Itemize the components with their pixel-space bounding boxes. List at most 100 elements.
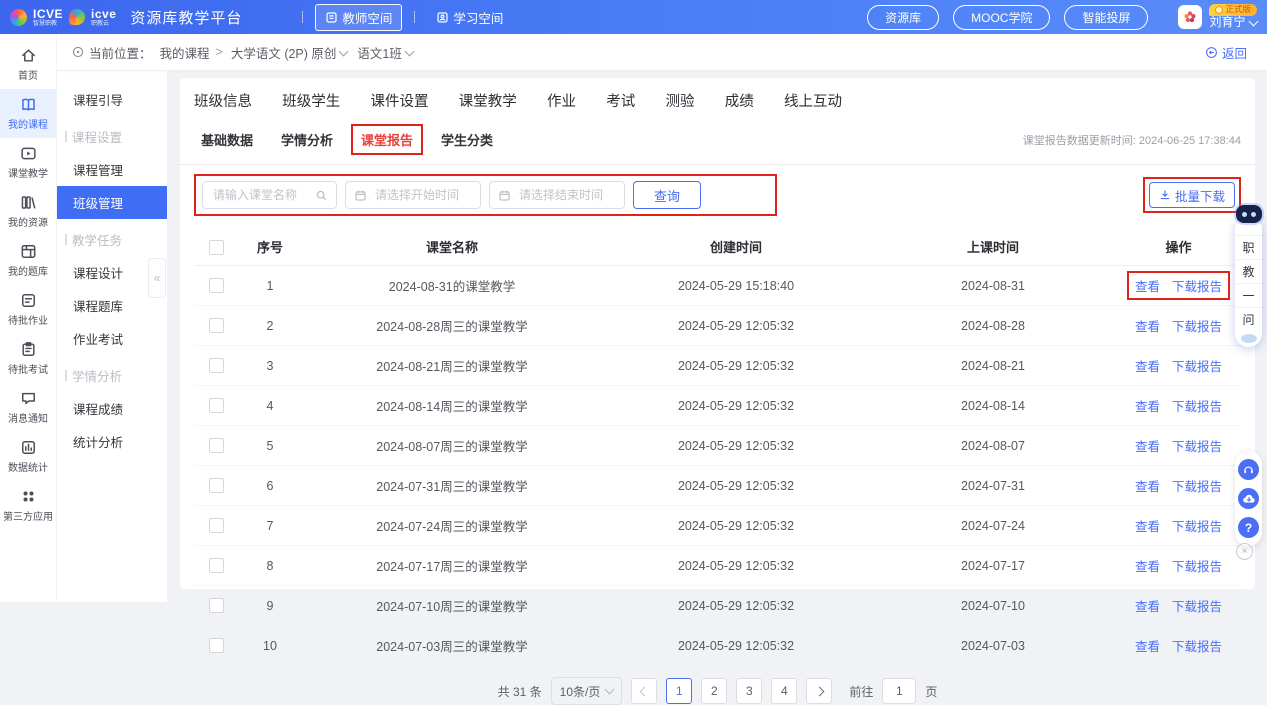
toolbar-collapse-icon[interactable]: × bbox=[1236, 543, 1253, 560]
row-checkbox[interactable] bbox=[209, 398, 224, 413]
rail-item[interactable]: 我的资源 bbox=[0, 187, 56, 236]
sidebar-item[interactable]: 统计分析 bbox=[57, 425, 167, 458]
main-tab[interactable]: 班级学生 bbox=[282, 90, 340, 111]
main-tab[interactable]: 线上互动 bbox=[784, 90, 842, 111]
select-all-checkbox[interactable] bbox=[209, 240, 224, 255]
cloud-download-icon[interactable] bbox=[1238, 488, 1259, 509]
main-tab[interactable]: 作业 bbox=[547, 90, 576, 111]
prev-page-button[interactable] bbox=[631, 678, 657, 704]
rail-item[interactable]: 我的课程 bbox=[0, 89, 56, 138]
row-checkbox[interactable] bbox=[209, 518, 224, 533]
row-checkbox[interactable] bbox=[209, 558, 224, 573]
sub-tab[interactable]: 学生分类 bbox=[434, 127, 500, 152]
main-tab[interactable]: 测验 bbox=[666, 90, 695, 111]
view-link[interactable]: 查看 bbox=[1135, 516, 1160, 535]
view-link[interactable]: 查看 bbox=[1135, 636, 1160, 655]
sub-tab[interactable]: 学情分析 bbox=[274, 127, 340, 152]
rail-item[interactable]: 消息通知 bbox=[0, 383, 56, 432]
main-tab[interactable]: 考试 bbox=[606, 90, 635, 111]
download-report-link[interactable]: 下载报告 bbox=[1172, 276, 1222, 295]
rail-item[interactable]: 待批作业 bbox=[0, 285, 56, 334]
end-time-input[interactable] bbox=[517, 187, 616, 203]
download-report-link[interactable]: 下载报告 bbox=[1172, 556, 1222, 575]
user-box[interactable]: 正式版 刘育宁 bbox=[1178, 4, 1257, 30]
support-icon[interactable] bbox=[1238, 459, 1259, 480]
assistant-widget[interactable]: 职教一问 bbox=[1235, 216, 1262, 347]
space-nav-link[interactable]: 教师空间 bbox=[315, 4, 402, 31]
help-icon[interactable]: ? bbox=[1238, 517, 1259, 538]
sidebar-item[interactable]: 课程成绩 bbox=[57, 392, 167, 425]
rail-item[interactable]: 第三方应用 bbox=[0, 481, 56, 530]
sidebar-item[interactable]: 课程引导 bbox=[57, 83, 167, 116]
rail-item[interactable]: 我的题库 bbox=[0, 236, 56, 285]
rail-item[interactable]: 首页 bbox=[0, 40, 56, 89]
sidebar-item[interactable]: 学情分析 bbox=[57, 359, 167, 392]
rail-item[interactable]: 课堂教学 bbox=[0, 138, 56, 187]
download-report-link[interactable]: 下载报告 bbox=[1172, 316, 1222, 335]
sidebar-item[interactable]: 作业考试 bbox=[57, 322, 167, 355]
download-report-link[interactable]: 下载报告 bbox=[1172, 356, 1222, 375]
class-name-search-field[interactable] bbox=[202, 181, 337, 209]
breadcrumb-class[interactable]: 语文1班 bbox=[357, 43, 401, 62]
page-number-button[interactable]: 1 bbox=[666, 678, 692, 704]
page-number-button[interactable]: 2 bbox=[701, 678, 727, 704]
rail-item[interactable]: 数据统计 bbox=[0, 432, 56, 481]
space-nav-link[interactable]: 学习空间 bbox=[427, 5, 512, 30]
page-number-button[interactable]: 4 bbox=[771, 678, 797, 704]
view-link[interactable]: 查看 bbox=[1135, 316, 1160, 335]
main-tab[interactable]: 课件设置 bbox=[371, 90, 429, 111]
page-size-select[interactable]: 10条/页 bbox=[551, 677, 623, 705]
sidebar-item[interactable]: 班级管理 bbox=[57, 186, 167, 219]
rail-item[interactable]: 待批考试 bbox=[0, 334, 56, 383]
search-button[interactable]: 查询 bbox=[633, 181, 701, 209]
breadcrumb-course[interactable]: 大学语文 (2P) 原创 bbox=[231, 43, 337, 62]
batch-download-button[interactable]: 批量下载 bbox=[1149, 182, 1235, 208]
main-tab[interactable]: 课堂教学 bbox=[459, 90, 517, 111]
row-checkbox[interactable] bbox=[209, 318, 224, 333]
download-report-link[interactable]: 下载报告 bbox=[1172, 436, 1222, 455]
sidebar-item[interactable]: 课程设置 bbox=[57, 120, 167, 153]
start-time-picker[interactable] bbox=[345, 181, 481, 209]
page-number-button[interactable]: 3 bbox=[736, 678, 762, 704]
download-report-link[interactable]: 下载报告 bbox=[1172, 596, 1222, 615]
main-tab[interactable]: 成绩 bbox=[725, 90, 754, 111]
row-checkbox[interactable] bbox=[209, 478, 224, 493]
row-checkbox[interactable] bbox=[209, 438, 224, 453]
view-link[interactable]: 查看 bbox=[1135, 356, 1160, 375]
download-report-link[interactable]: 下载报告 bbox=[1172, 636, 1222, 655]
goto-page-input[interactable] bbox=[882, 678, 916, 704]
view-link[interactable]: 查看 bbox=[1135, 596, 1160, 615]
back-button[interactable]: 返回 bbox=[1205, 43, 1247, 62]
header-pill-button[interactable]: 智能投屏 bbox=[1064, 5, 1148, 30]
avatar[interactable] bbox=[1178, 5, 1202, 29]
next-page-button[interactable] bbox=[806, 678, 832, 704]
course-dropdown-icon[interactable] bbox=[339, 46, 349, 56]
header-pill-button[interactable]: MOOC学院 bbox=[953, 5, 1050, 30]
view-link[interactable]: 查看 bbox=[1135, 556, 1160, 575]
view-link[interactable]: 查看 bbox=[1135, 436, 1160, 455]
end-time-picker[interactable] bbox=[489, 181, 625, 209]
start-time-input[interactable] bbox=[373, 187, 472, 203]
header-pill-button[interactable]: 资源库 bbox=[867, 5, 939, 30]
row-checkbox[interactable] bbox=[209, 638, 224, 653]
sidebar-item[interactable]: 课程管理 bbox=[57, 153, 167, 186]
sidebar-item[interactable]: 教学任务 bbox=[57, 223, 167, 256]
row-checkbox[interactable] bbox=[209, 278, 224, 293]
sub-tab[interactable]: 课堂报告 bbox=[354, 127, 420, 152]
view-link[interactable]: 查看 bbox=[1135, 396, 1160, 415]
breadcrumb-root[interactable]: 我的课程 bbox=[160, 43, 210, 62]
sidebar-collapse-handle[interactable]: « bbox=[148, 258, 166, 298]
sub-tab[interactable]: 基础数据 bbox=[194, 127, 260, 152]
row-checkbox[interactable] bbox=[209, 598, 224, 613]
class-name-search-input[interactable] bbox=[211, 187, 309, 203]
user-name[interactable]: 刘育宁 bbox=[1209, 16, 1256, 30]
class-dropdown-icon[interactable] bbox=[404, 46, 414, 56]
view-link[interactable]: 查看 bbox=[1135, 276, 1160, 295]
row-checkbox[interactable] bbox=[209, 358, 224, 373]
row-number: 5 bbox=[238, 426, 302, 466]
download-report-link[interactable]: 下载报告 bbox=[1172, 476, 1222, 495]
download-report-link[interactable]: 下载报告 bbox=[1172, 396, 1222, 415]
download-report-link[interactable]: 下载报告 bbox=[1172, 516, 1222, 535]
main-tab[interactable]: 班级信息 bbox=[194, 90, 252, 111]
view-link[interactable]: 查看 bbox=[1135, 476, 1160, 495]
